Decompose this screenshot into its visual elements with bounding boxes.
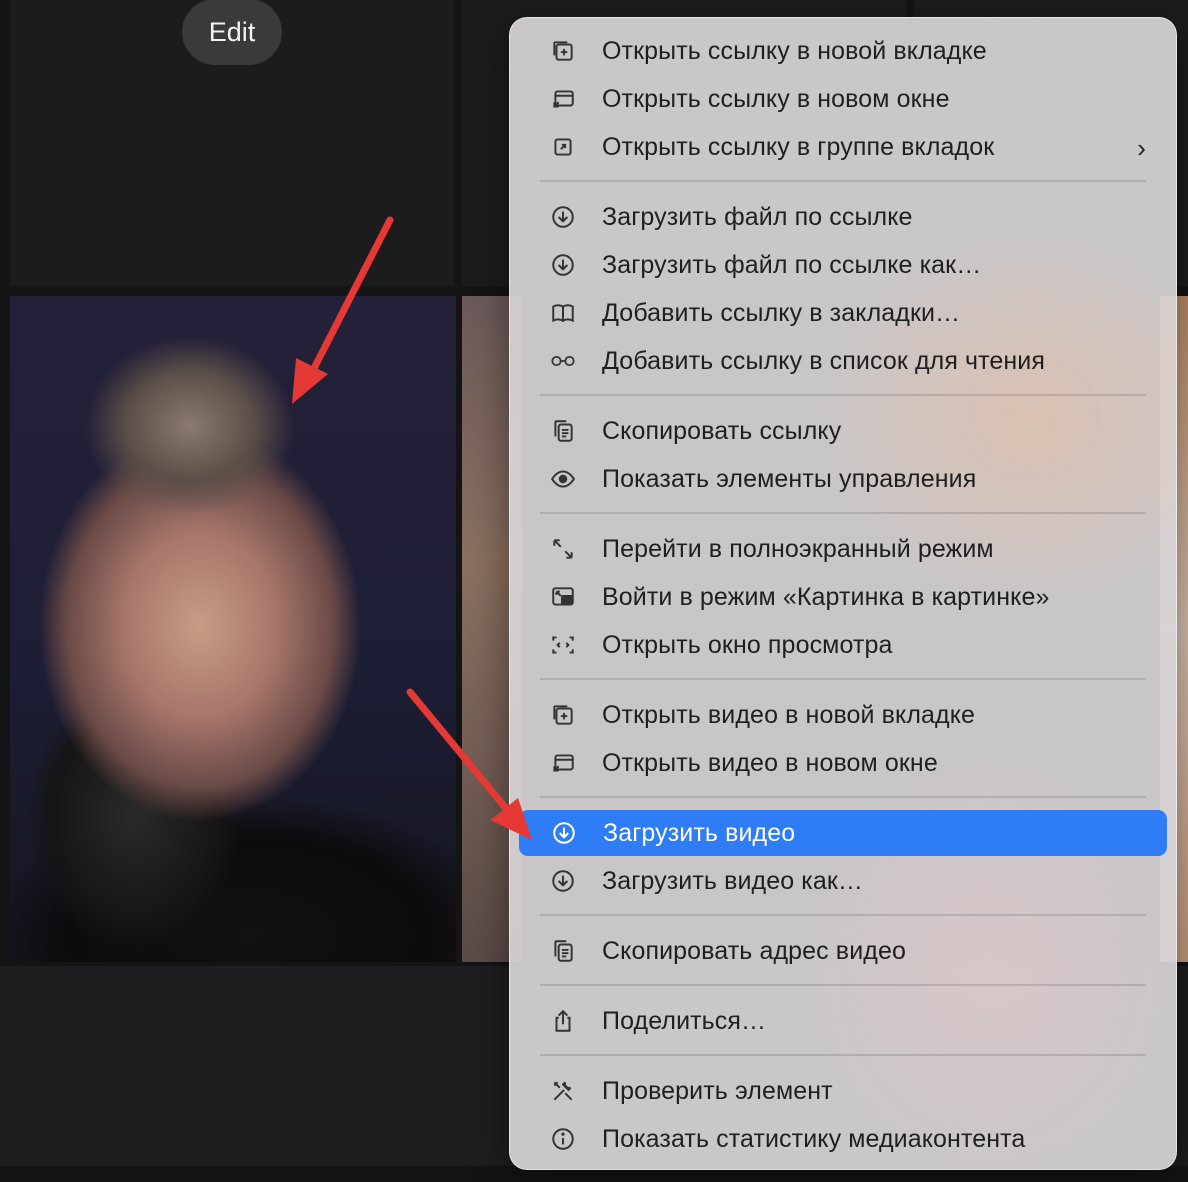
menu-item-label: Войти в режим «Картинка в картинке» (602, 582, 1050, 611)
menu-item-label: Добавить ссылку в закладки… (602, 298, 961, 327)
menu-item[interactable]: Добавить ссылку в закладки… (518, 290, 1168, 336)
menu-separator (540, 1054, 1146, 1056)
menu-item[interactable]: Войти в режим «Картинка в картинке» (518, 574, 1168, 620)
menu-item-label: Открыть ссылку в группе вкладок (602, 132, 995, 161)
menu-item-label: Открыть ссылку в новом окне (602, 84, 950, 113)
copy-icon (546, 414, 580, 448)
glasses-icon (546, 344, 580, 378)
menu-item[interactable]: Добавить ссылку в список для чтения (518, 338, 1168, 384)
menu-separator (540, 180, 1146, 182)
menu-item-label: Показать элементы управления (602, 464, 977, 493)
menu-item-label: Добавить ссылку в список для чтения (602, 346, 1046, 375)
menu-item[interactable]: Открыть окно просмотра (518, 622, 1168, 668)
menu-item-label: Загрузить файл по ссылке как… (602, 250, 982, 279)
menu-separator (540, 678, 1146, 680)
menu-separator (540, 512, 1146, 514)
menu-separator (540, 394, 1146, 396)
menu-item[interactable]: Загрузить видео как… (518, 858, 1168, 904)
download-icon (547, 816, 581, 850)
eye-icon (546, 462, 580, 496)
menu-separator (540, 796, 1146, 798)
menu-item-label: Открыть ссылку в новой вкладке (602, 36, 987, 65)
menu-item[interactable]: Показать элементы управления (518, 456, 1168, 502)
viewer-window-icon (546, 628, 580, 662)
menu-item-label: Показать статистику медиаконтента (602, 1124, 1026, 1153)
menu-item[interactable]: Открыть видео в новой вкладке (518, 692, 1168, 738)
tab-group-icon (546, 130, 580, 164)
menu-item[interactable]: Открыть ссылку в новой вкладке (518, 28, 1168, 74)
download-icon (546, 200, 580, 234)
info-icon (546, 1122, 580, 1156)
menu-item[interactable]: Показать статистику медиаконтента (518, 1116, 1168, 1162)
menu-item-label: Загрузить файл по ссылке (602, 202, 913, 231)
new-tab-icon (546, 34, 580, 68)
menu-item-label: Открыть видео в новой вкладке (602, 700, 976, 729)
context-menu: Открыть ссылку в новой вкладке Открыть сс… (509, 17, 1177, 1170)
menu-item[interactable]: Открыть ссылку в новом окне (518, 76, 1168, 122)
new-window-icon (546, 746, 580, 780)
menu-item-label: Открыть видео в новом окне (602, 748, 938, 777)
new-tab-icon (546, 698, 580, 732)
share-icon (546, 1004, 580, 1038)
download-icon (546, 864, 580, 898)
menu-item[interactable]: Скопировать адрес видео (518, 928, 1168, 974)
menu-item[interactable]: Перейти в полноэкранный режим (518, 526, 1168, 572)
menu-item-label: Скопировать ссылку (602, 416, 842, 445)
menu-separator (540, 914, 1146, 916)
menu-item-label: Поделиться… (602, 1006, 767, 1035)
copy-icon (546, 934, 580, 968)
book-icon (546, 296, 580, 330)
menu-item-label: Перейти в полноэкранный режим (602, 534, 994, 563)
menu-item-label: Загрузить видео как… (602, 866, 864, 895)
menu-item-label: Скопировать адрес видео (602, 936, 906, 965)
menu-item[interactable]: Загрузить видео (519, 810, 1167, 856)
menu-item[interactable]: Загрузить файл по ссылке как… (518, 242, 1168, 288)
menu-item[interactable]: Загрузить файл по ссылке (518, 194, 1168, 240)
menu-separator (540, 984, 1146, 986)
chevron-right-icon: › (1137, 133, 1146, 163)
menu-item-label: Проверить элемент (602, 1076, 833, 1105)
pip-icon (546, 580, 580, 614)
fullscreen-icon (546, 532, 580, 566)
tools-icon (546, 1074, 580, 1108)
new-window-icon (546, 82, 580, 116)
menu-item[interactable]: Скопировать ссылку (518, 408, 1168, 454)
menu-item-label: Открыть окно просмотра (602, 630, 893, 659)
edit-button[interactable]: Edit (182, 0, 282, 65)
menu-item[interactable]: Поделиться… (518, 998, 1168, 1044)
menu-item[interactable]: Проверить элемент (518, 1068, 1168, 1114)
menu-item[interactable]: Открыть ссылку в группе вкладок › (518, 124, 1168, 170)
video-thumbnail-person[interactable] (10, 296, 456, 962)
download-icon (546, 248, 580, 282)
menu-item-label: Загрузить видео (603, 818, 796, 847)
menu-item[interactable]: Открыть видео в новом окне (518, 740, 1168, 786)
